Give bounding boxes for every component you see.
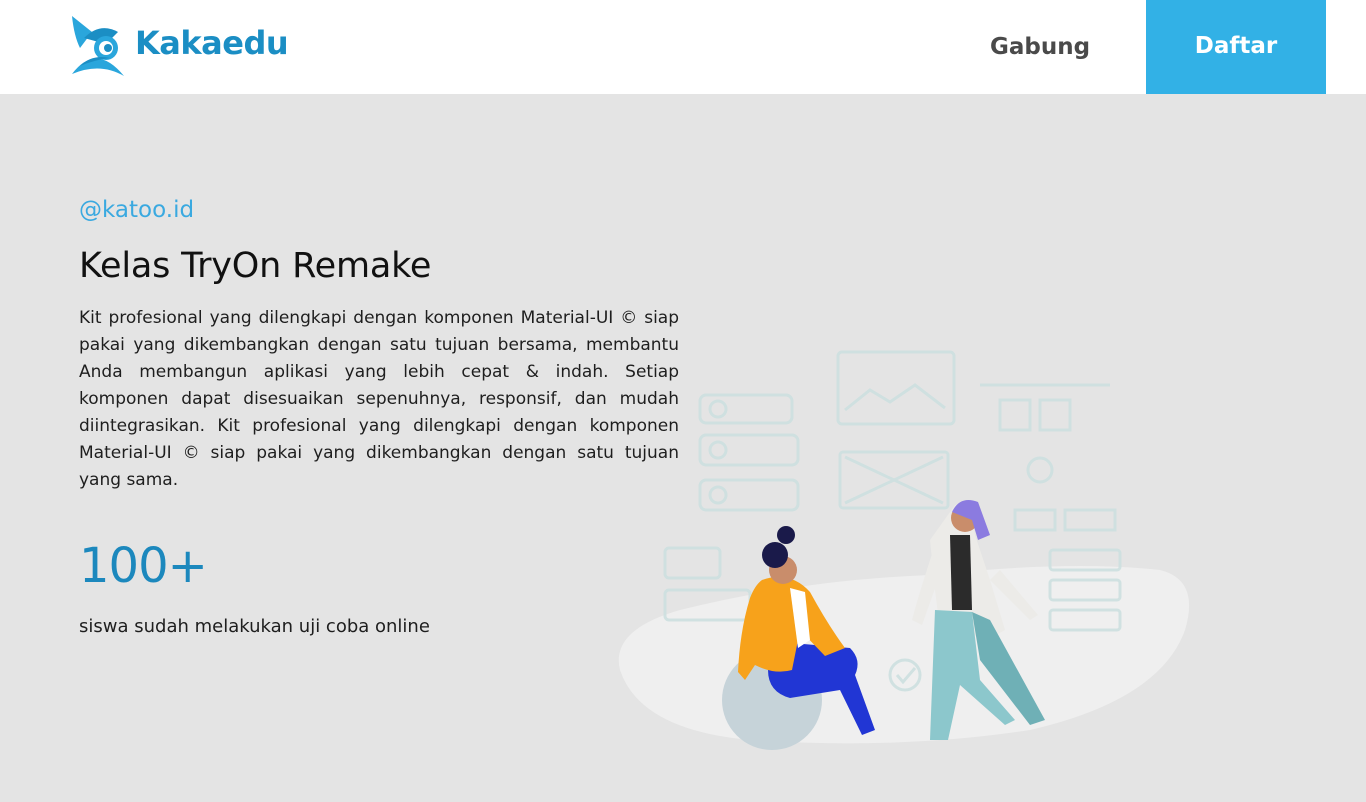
kakaedu-logo-icon[interactable] bbox=[70, 14, 126, 80]
hero-handle: @katoo.id bbox=[79, 197, 195, 223]
students-illustration bbox=[618, 350, 1190, 750]
brand-name[interactable]: Kakaedu bbox=[135, 24, 289, 62]
stat-value: 100+ bbox=[79, 538, 208, 594]
register-button[interactable]: Daftar bbox=[1146, 0, 1326, 94]
page-title: Kelas TryOn Remake bbox=[79, 246, 432, 286]
stat-label: siswa sudah melakukan uji coba online bbox=[79, 616, 430, 637]
join-button[interactable]: Gabung bbox=[978, 30, 1102, 64]
site-header: Kakaedu Gabung Daftar bbox=[0, 0, 1366, 94]
hero-description: Kit profesional yang dilengkapi dengan k… bbox=[79, 308, 679, 490]
